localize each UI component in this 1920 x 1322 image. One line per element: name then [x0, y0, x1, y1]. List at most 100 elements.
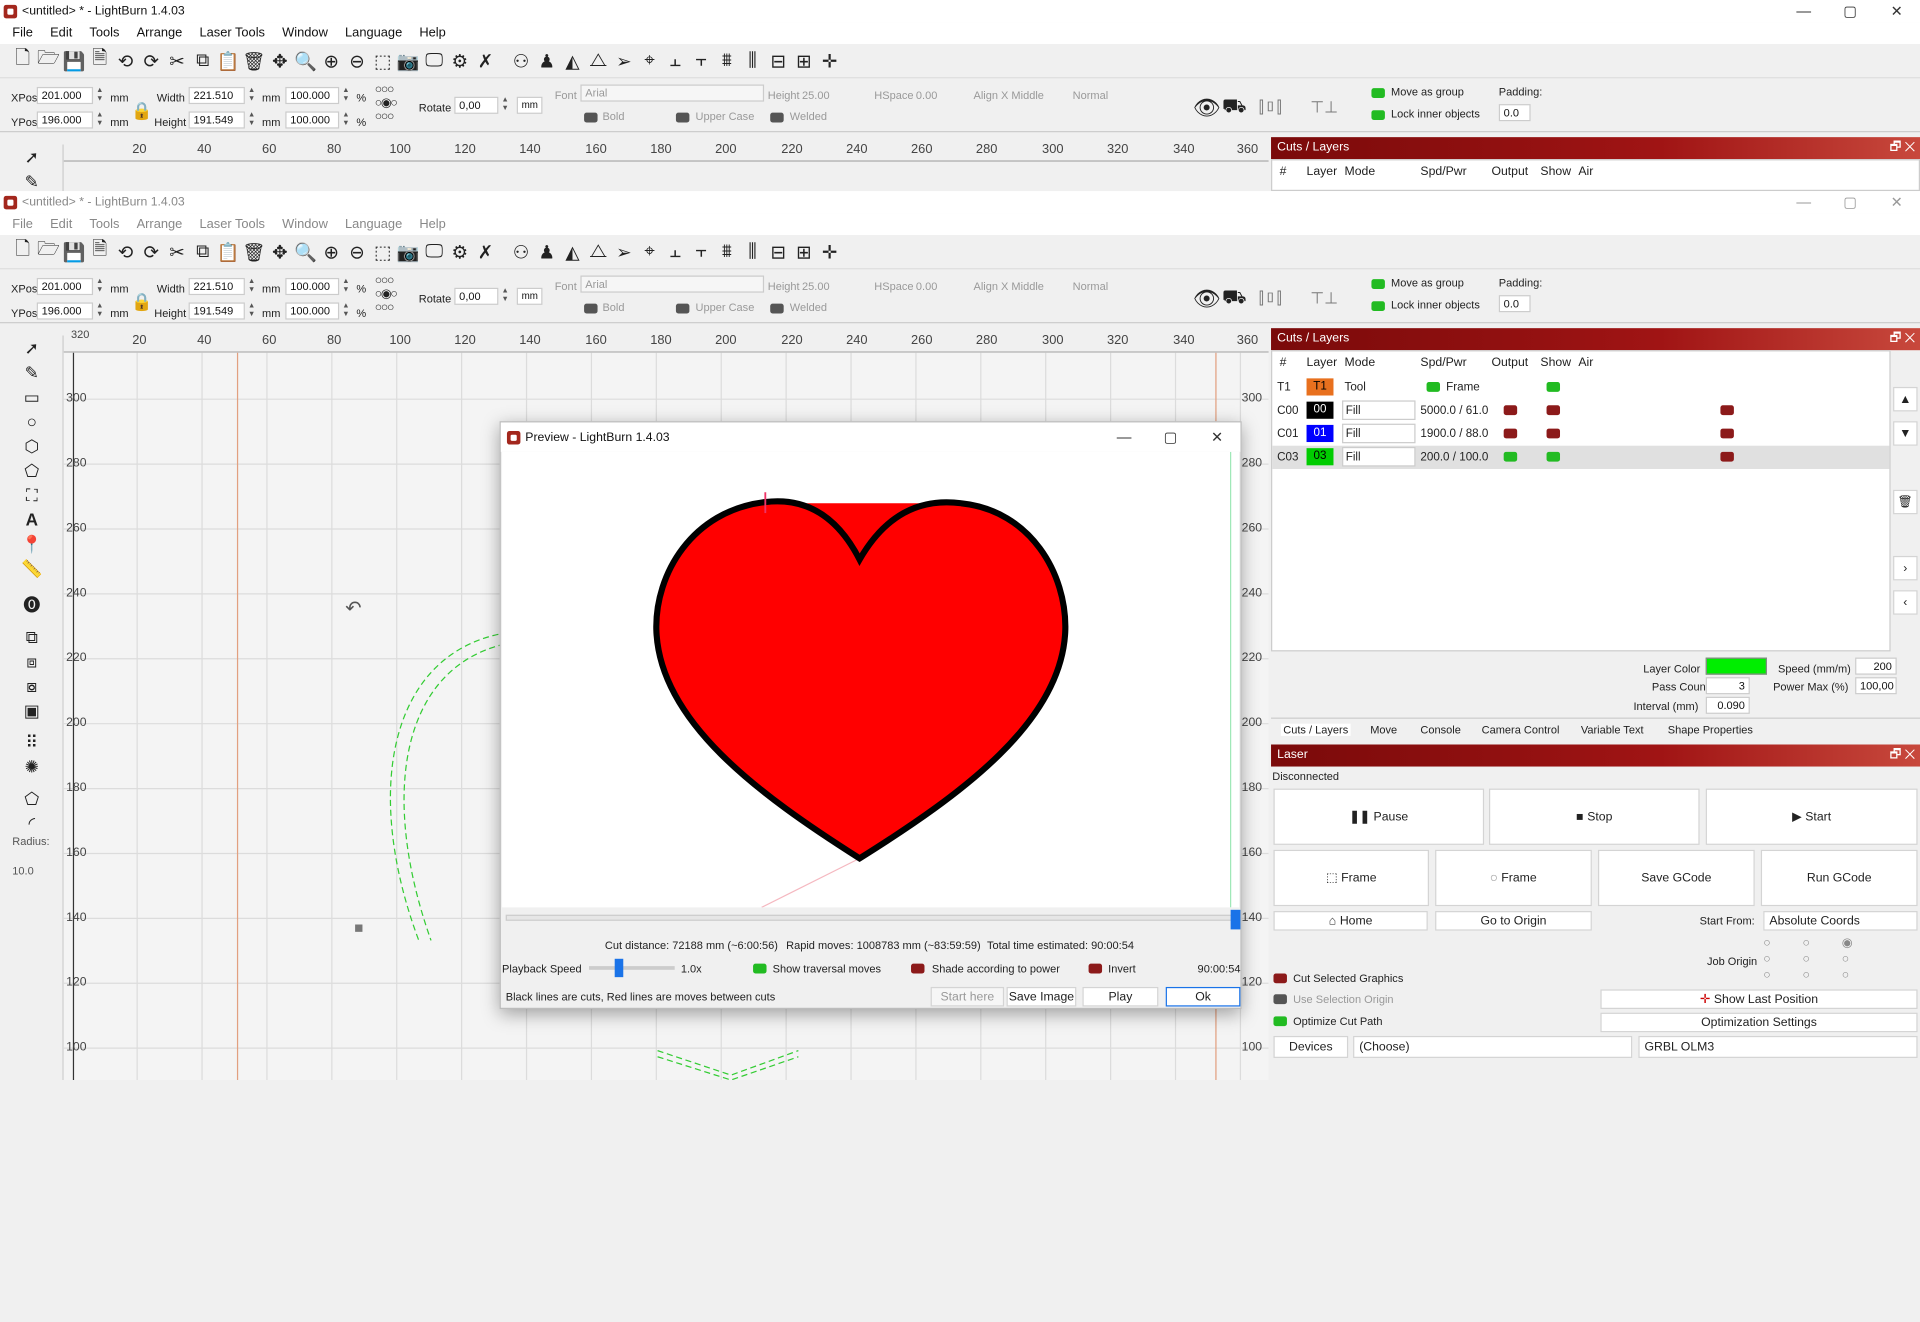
menu-tools[interactable]: Tools — [89, 217, 119, 232]
port-select[interactable]: (Choose) — [1353, 1035, 1633, 1058]
corner-radius-icon[interactable]: ◜ — [0, 811, 64, 835]
align-center-icon[interactable]: ⫟ — [688, 48, 714, 74]
preview-close-button[interactable]: ✕ — [1194, 422, 1241, 451]
playback-speed-handle[interactable] — [614, 958, 624, 978]
layer-mode-select[interactable]: Fill — [1342, 446, 1416, 467]
move-icon[interactable]: ✥ — [267, 48, 293, 74]
paste-icon[interactable]: 📋 — [216, 239, 242, 265]
optimize-toggle[interactable] — [1273, 1016, 1287, 1027]
anchor-grid-icon[interactable]: ○○○ ○◉○ ○○○ — [375, 83, 398, 123]
preview-canvas[interactable] — [502, 451, 1240, 908]
upper-case-toggle[interactable] — [675, 112, 690, 123]
dock-icon[interactable]: ⊟ — [765, 239, 791, 265]
menu-file[interactable]: File — [12, 217, 33, 232]
flip-horizontal-icon[interactable]: ◭ — [560, 48, 586, 74]
lock-inner-toggle[interactable] — [1371, 110, 1385, 121]
tools-icon[interactable]: ✗ — [473, 48, 499, 74]
settings-gear-icon[interactable]: ⚙ — [447, 239, 473, 265]
upper-case-toggle[interactable] — [675, 303, 690, 314]
center-icon[interactable]: ✛ — [817, 239, 843, 265]
hspace-value[interactable]: 0.00 — [916, 280, 937, 292]
playback-speed-track[interactable] — [588, 966, 675, 970]
xpos-spinner[interactable]: ▲ ▼ — [94, 278, 105, 295]
distribute-h-icon[interactable]: ⫼ — [740, 48, 766, 74]
redo-icon[interactable]: ⟳ — [138, 48, 164, 74]
open-folder-icon[interactable]: 🗁 — [36, 48, 62, 74]
save-icon[interactable]: 💾 — [61, 48, 87, 74]
job-origin-grid[interactable]: ○○◉ ○○○ ○○○ — [1763, 936, 1884, 984]
send-icon[interactable]: ➢ — [611, 239, 637, 265]
align-left-icon[interactable]: ⫿▯⫿ — [1259, 289, 1282, 309]
cut-selected-toggle[interactable] — [1273, 973, 1287, 984]
minimize-button[interactable]: — — [1780, 191, 1827, 213]
select-arrow-icon[interactable]: ➚ — [0, 144, 64, 168]
circular-array-icon[interactable]: ✺ — [0, 754, 64, 778]
maximize-button[interactable]: ▢ — [1827, 191, 1874, 213]
tab-camera-control[interactable]: Camera Control — [1482, 724, 1560, 736]
eye-icon[interactable]: 👁 — [1193, 96, 1221, 122]
bold-toggle[interactable] — [584, 112, 598, 123]
delete-icon[interactable]: 🗑 — [241, 239, 267, 265]
open-folder-icon[interactable]: 🗁 — [36, 239, 62, 265]
delete-layer-icon[interactable]: 🗑 — [1893, 489, 1918, 515]
pen-icon[interactable]: ✎ — [0, 360, 64, 384]
bold-toggle[interactable] — [584, 303, 598, 314]
move-icon[interactable]: ✥ — [267, 239, 293, 265]
laser-icon[interactable]: ⛟ — [1222, 287, 1247, 311]
tab-console[interactable]: Console — [1420, 724, 1460, 736]
new-file-icon[interactable]: 🗋 — [10, 48, 36, 74]
menu-laser-tools[interactable]: Laser Tools — [199, 26, 265, 41]
frame-circle-button[interactable]: ◌ Frame — [1435, 849, 1592, 907]
close-button[interactable]: ✕ — [1873, 191, 1920, 213]
scale-width-spinner[interactable]: ▲ ▼ — [340, 87, 351, 104]
zoom-out-icon[interactable]: ⊖ — [344, 239, 370, 265]
zoom-out-icon[interactable]: ⊖ — [344, 48, 370, 74]
anchor-grid-icon[interactable]: ○○○ ○◉○ ○○○ — [375, 274, 398, 314]
preview-minimize-button[interactable]: — — [1101, 422, 1148, 451]
target-icon[interactable]: ⌖ — [637, 239, 663, 265]
target-icon[interactable]: ⌖ — [637, 48, 663, 74]
table-row[interactable]: C00 00 Fill 5000.0 / 61.0 — [1272, 399, 1889, 422]
measure-icon[interactable]: 📏 — [0, 556, 64, 580]
save-icon[interactable]: 💾 — [61, 239, 87, 265]
text-height-value[interactable]: 25.00 — [802, 89, 830, 101]
eye-icon[interactable]: 👁 — [1193, 287, 1221, 313]
speed-input[interactable]: 200 — [1855, 657, 1897, 675]
ungroup-icon[interactable]: ♟ — [534, 48, 560, 74]
xpos-input[interactable]: 201.000 — [36, 277, 94, 296]
distribute-v-icon[interactable]: ⩩ — [714, 239, 740, 265]
tab-variable-text[interactable]: Variable Text — [1581, 724, 1644, 736]
optimization-settings-button[interactable]: Optimization Settings — [1600, 1012, 1918, 1033]
menu-window[interactable]: Window — [282, 26, 328, 41]
menu-tools[interactable]: Tools — [89, 26, 119, 41]
width-spinner[interactable]: ▲ ▼ — [246, 278, 257, 295]
align-icon[interactable]: ⫠ — [662, 239, 688, 265]
menu-help[interactable]: Help — [419, 26, 445, 41]
device-select[interactable]: GRBL OLM3 — [1638, 1035, 1918, 1058]
ellipse-icon[interactable]: ○ — [0, 409, 64, 433]
save-as-icon[interactable]: 🗎 — [87, 48, 113, 74]
delete-icon[interactable]: 🗑 — [241, 48, 267, 74]
save-image-button[interactable]: Save Image — [1006, 986, 1077, 1007]
output-toggle[interactable] — [1503, 451, 1518, 462]
welded-toggle[interactable] — [770, 303, 784, 314]
ok-button[interactable]: Ok — [1165, 986, 1241, 1007]
close-button[interactable]: ✕ — [1873, 0, 1920, 22]
camera-icon[interactable]: 📷 — [396, 48, 422, 74]
maximize-button[interactable]: ▢ — [1827, 0, 1874, 22]
scale-height-input[interactable]: 100.000 — [285, 302, 340, 320]
panel-float-close-icon[interactable]: 🗗 ✕ — [1890, 137, 1915, 159]
shape-icon[interactable]: ⬠ — [0, 458, 64, 482]
panel-float-close-icon[interactable]: 🗗 ✕ — [1890, 744, 1915, 766]
select-arrow-icon[interactable]: ➚ — [0, 336, 64, 360]
devices-button[interactable]: Devices — [1273, 1035, 1349, 1058]
timeline-handle[interactable] — [1230, 909, 1241, 930]
padding-input[interactable]: 0.0 — [1498, 295, 1531, 313]
frame-icon[interactable]: ⛶ — [0, 482, 64, 506]
welded-toggle[interactable] — [770, 112, 784, 123]
show-toggle[interactable] — [1546, 428, 1561, 439]
go-to-origin-button[interactable]: Go to Origin — [1435, 911, 1592, 931]
normal-select[interactable]: Normal — [1073, 280, 1109, 292]
boolean-union-icon[interactable]: ⧉ — [0, 624, 64, 648]
table-row[interactable]: C01 01 Fill 1900.0 / 88.0 — [1272, 422, 1889, 445]
